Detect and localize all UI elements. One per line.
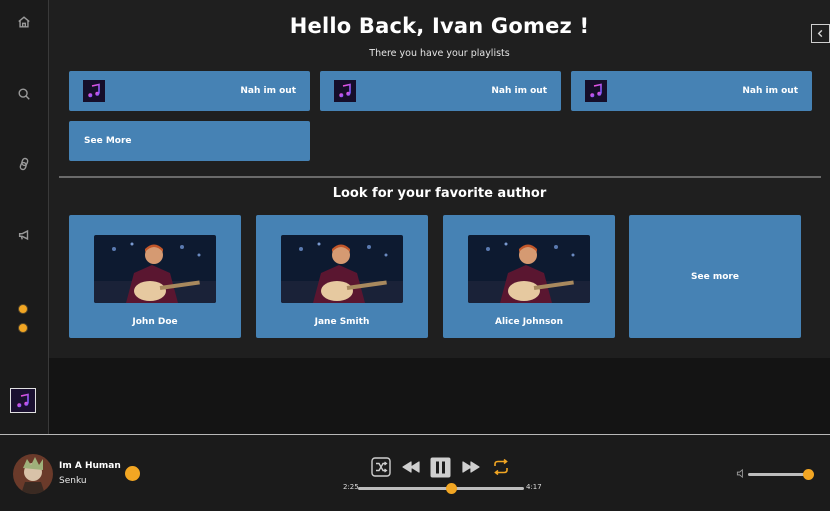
volume-knob[interactable]: [803, 469, 815, 480]
rewind-icon: [402, 461, 420, 473]
repeat-button[interactable]: [491, 457, 511, 477]
music-note-icon: [339, 83, 351, 98]
music-note-icon: [590, 83, 602, 98]
section-divider: [59, 176, 821, 178]
author-card[interactable]: John Doe: [69, 215, 241, 338]
see-more-authors-button[interactable]: See more: [629, 215, 801, 338]
authors-section-title: Look for your favorite author: [332, 186, 547, 201]
author-name: Jane Smith: [314, 317, 370, 327]
playlist-thumbnail: [83, 80, 105, 102]
megaphone-icon[interactable]: [15, 226, 33, 244]
user-dot-2[interactable]: [18, 323, 28, 333]
music-note-icon: [88, 83, 100, 98]
pause-button[interactable]: [430, 457, 451, 477]
search-icon[interactable]: [15, 85, 33, 103]
link-icon[interactable]: [15, 155, 33, 173]
progress-slider[interactable]: [358, 483, 524, 494]
pause-icon: [430, 457, 451, 477]
player-bar: Im A Human Senku 2:25 4:17: [0, 434, 830, 511]
playlist-label: Nah im out: [491, 86, 547, 96]
previous-button[interactable]: [401, 457, 421, 477]
playlist-card[interactable]: Nah im out: [69, 71, 310, 111]
page-subtitle: There you have your playlists: [369, 48, 510, 59]
user-dot-1[interactable]: [18, 304, 28, 314]
next-button[interactable]: [461, 457, 481, 477]
author-name: Alice Johnson: [494, 317, 563, 327]
see-more-playlists-button[interactable]: See More: [69, 121, 310, 161]
author-photo: [281, 235, 403, 303]
volume-icon[interactable]: [736, 468, 747, 479]
time-total: 4:17: [526, 483, 542, 491]
sidebar: [0, 0, 49, 434]
repeat-icon: [494, 458, 508, 476]
author-card[interactable]: Alice Johnson: [443, 215, 615, 338]
page-title: Hello Back, Ivan Gomez !: [289, 14, 590, 38]
music-app: Hello Back, Ivan Gomez ! There you have …: [0, 0, 830, 511]
shuffle-button[interactable]: [371, 457, 391, 477]
playlist-label: Nah im out: [742, 86, 798, 96]
track-title: Im A Human: [59, 461, 121, 471]
track-cover-art: [13, 454, 53, 494]
playlist-card[interactable]: Nah im out: [320, 71, 561, 111]
current-playlist-thumbnail[interactable]: [10, 388, 36, 413]
playlist-card[interactable]: Nah im out: [571, 71, 812, 111]
playlist-label: Nah im out: [240, 86, 296, 96]
like-button[interactable]: [125, 466, 140, 481]
author-name: John Doe: [132, 317, 178, 327]
author-photo: [94, 235, 216, 303]
shuffle-icon: [371, 457, 391, 477]
track-artist: Senku: [59, 476, 87, 486]
time-current: 2:25: [343, 483, 359, 491]
author-card[interactable]: Jane Smith: [256, 215, 428, 338]
fast-forward-icon: [462, 461, 480, 473]
home-icon[interactable]: [15, 13, 33, 31]
volume-slider[interactable]: [748, 469, 815, 480]
music-note-icon: [17, 393, 29, 407]
main-content: Hello Back, Ivan Gomez ! There you have …: [49, 0, 830, 358]
progress-knob[interactable]: [445, 483, 457, 494]
playlist-thumbnail: [585, 80, 607, 102]
playlist-thumbnail: [334, 80, 356, 102]
author-photo: [468, 235, 590, 303]
